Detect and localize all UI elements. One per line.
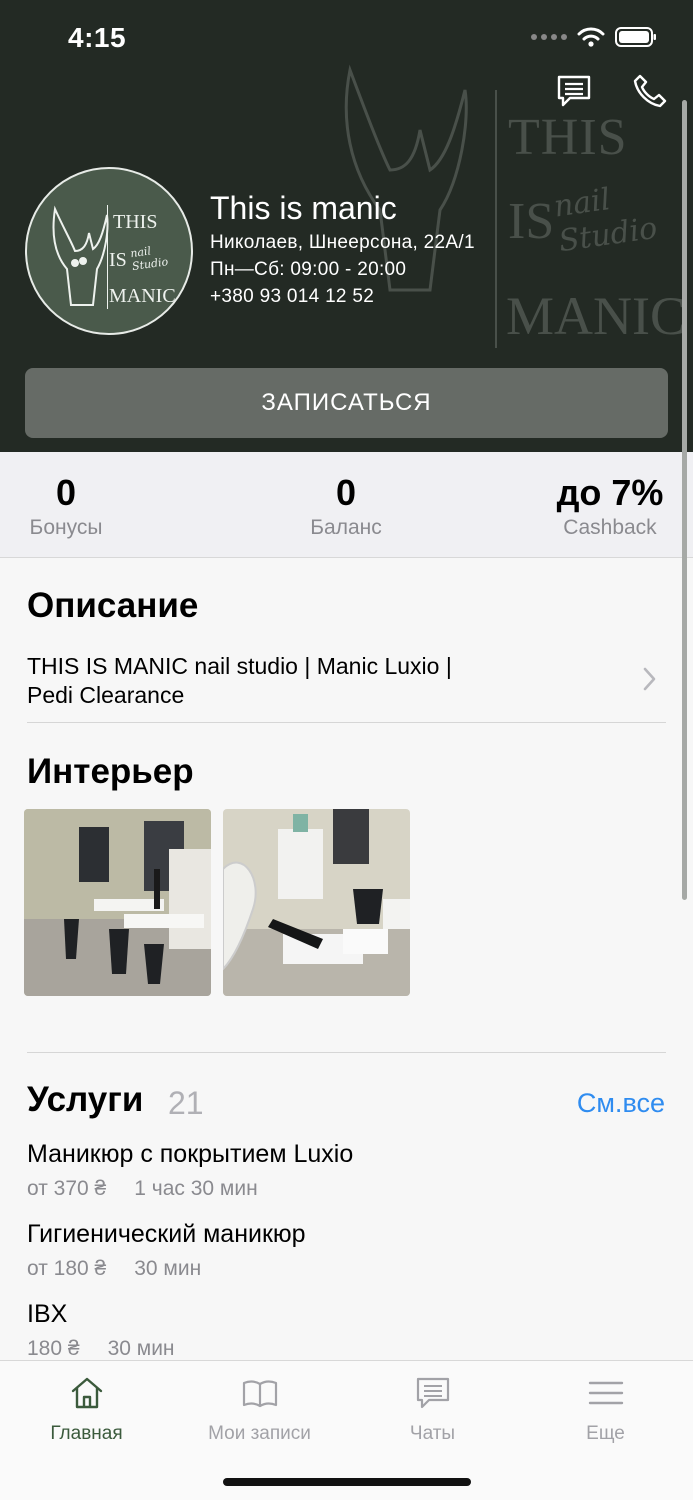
- description-line-1: THIS IS MANIC nail studio | Manic Luxio …: [27, 653, 452, 679]
- wifi-icon: [577, 27, 605, 47]
- service-duration: 30 мин: [134, 1257, 202, 1280]
- tab-home[interactable]: Главная: [0, 1373, 173, 1445]
- chat-icon: [557, 75, 591, 107]
- home-indicator[interactable]: [223, 1478, 471, 1486]
- see-all-link[interactable]: См.все: [577, 1088, 665, 1119]
- logo-text-is: IS: [508, 193, 555, 250]
- avatar-hand-illustration: [52, 205, 109, 306]
- salon-name: This is manic: [210, 190, 397, 226]
- tab-more[interactable]: Еще: [519, 1373, 692, 1445]
- service-meta: 180 ₴ 30 мин: [27, 1337, 647, 1361]
- chevron-right-icon[interactable]: [643, 666, 657, 692]
- service-item[interactable]: Гигиенический маникюр от 180 ₴ 30 мин: [27, 1220, 647, 1281]
- interior-title: Интерьер: [27, 752, 194, 791]
- tab-my-bookings[interactable]: Мои записи: [173, 1373, 346, 1445]
- salon-header: THIS IS nail Studio MANIC 4:15 THIS IS n…: [0, 0, 693, 452]
- service-price: от 180 ₴: [27, 1257, 107, 1280]
- interior-photo[interactable]: [223, 809, 410, 996]
- service-item[interactable]: Маникюр с покрытием Luxio от 370 ₴ 1 час …: [27, 1140, 647, 1201]
- service-price: от 370 ₴: [27, 1177, 107, 1200]
- salon-hours: Пн—Сб: 09:00 - 20:00: [210, 259, 407, 280]
- stat-value: 0: [55, 472, 77, 513]
- avatar-text-this: THIS: [113, 211, 158, 233]
- scrollbar[interactable]: [682, 100, 687, 900]
- phone-icon: [633, 74, 667, 108]
- salon-address: Николаев, Шнеерсона, 22А/1: [210, 232, 475, 253]
- chat-icon: [416, 1377, 449, 1409]
- tab-label: Главная: [50, 1423, 123, 1444]
- logo-text-manic: MANIC: [506, 286, 687, 346]
- book-button[interactable]: ЗАПИСАТЬСЯ: [25, 368, 668, 438]
- stat-value: до 7%: [556, 472, 664, 513]
- logo-text-nail: nail Studio: [551, 182, 660, 260]
- service-meta: от 180 ₴ 30 мин: [27, 1257, 647, 1281]
- chat-button[interactable]: [555, 72, 593, 110]
- salon-avatar: THIS IS nail Studio MANIC: [25, 167, 193, 335]
- service-name: IBX: [27, 1300, 68, 1328]
- service-name: Гигиенический маникюр: [27, 1220, 306, 1248]
- avatar-text-is: IS: [109, 249, 127, 271]
- description-text[interactable]: THIS IS MANIC nail studio | Manic Luxio …: [27, 652, 587, 710]
- stat-label: Бонусы: [29, 516, 103, 539]
- call-button[interactable]: [631, 72, 669, 110]
- stats-bar: 0 Бонусы 0 Баланс до 7% Cashback: [0, 452, 693, 558]
- service-price: 180 ₴: [27, 1337, 80, 1360]
- service-duration: 1 час 30 мин: [134, 1177, 258, 1200]
- signal-icon: [531, 34, 567, 40]
- logo-divider: [495, 90, 497, 348]
- service-name: Маникюр с покрытием Luxio: [27, 1140, 354, 1168]
- stat-cashback[interactable]: до 7% Cashback: [554, 472, 666, 540]
- interior-photo-image: [223, 809, 410, 996]
- battery-icon: [615, 27, 656, 47]
- menu-icon: [588, 1381, 623, 1405]
- tab-chats[interactable]: Чаты: [346, 1373, 519, 1445]
- stat-value: 0: [335, 472, 357, 513]
- avatar-text-manic: MANIC: [109, 285, 176, 307]
- divider: [27, 722, 666, 723]
- description-line-2: Pedi Clearance: [27, 682, 185, 708]
- stat-balance[interactable]: 0 Баланс: [306, 472, 386, 540]
- tab-label: Еще: [586, 1423, 625, 1444]
- salon-phone[interactable]: +380 93 014 12 52: [210, 286, 374, 308]
- tab-label: Чаты: [409, 1423, 456, 1444]
- book-icon: [242, 1380, 277, 1408]
- stat-label: Баланс: [310, 516, 382, 539]
- status-icons: [531, 26, 657, 48]
- service-item[interactable]: IBX 180 ₴ 30 мин: [27, 1300, 647, 1361]
- stat-label: Cashback: [563, 516, 657, 539]
- avatar-text-nail: nail Studio: [129, 244, 169, 274]
- stat-bonuses[interactable]: 0 Бонусы: [27, 472, 105, 540]
- services-title: Услуги: [27, 1080, 144, 1119]
- service-meta: от 370 ₴ 1 час 30 мин: [27, 1177, 647, 1201]
- logo-text-this: THIS: [508, 109, 628, 166]
- status-time: 4:15: [68, 22, 127, 53]
- home-icon: [71, 1377, 102, 1409]
- description-title: Описание: [27, 586, 199, 625]
- divider: [27, 1052, 666, 1053]
- avatar-divider: [107, 205, 108, 309]
- services-count: 21: [168, 1085, 204, 1121]
- tab-label: Мои записи: [208, 1423, 311, 1444]
- header-actions: [555, 72, 669, 110]
- interior-photo[interactable]: [24, 809, 211, 996]
- interior-photo-image: [24, 809, 211, 996]
- service-duration: 30 мин: [107, 1337, 175, 1360]
